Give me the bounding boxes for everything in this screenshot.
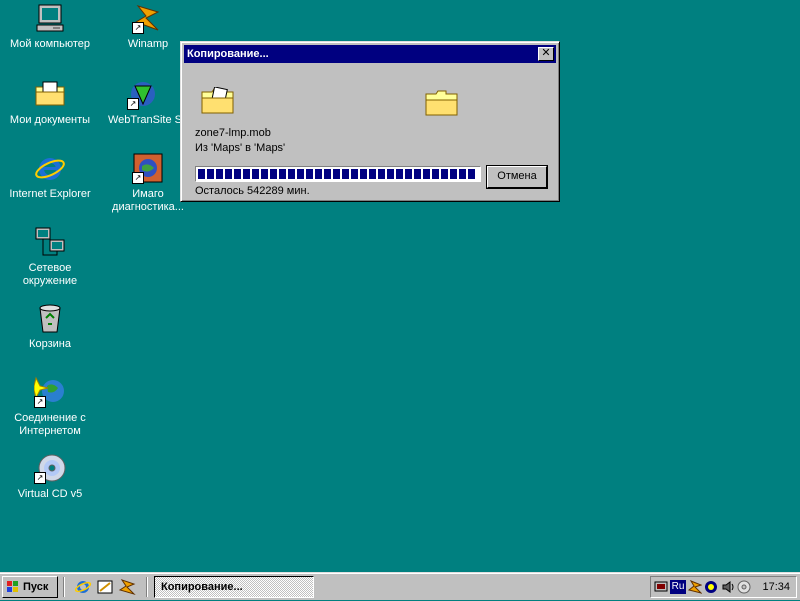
dialog-titlebar[interactable]: Копирование... ✕ — [184, 45, 556, 63]
speaker-icon[interactable] — [721, 580, 735, 594]
source-folder-icon — [201, 86, 235, 115]
winamp-icon: ↗ — [132, 2, 164, 34]
tray-monitor-icon[interactable] — [654, 580, 668, 594]
close-button[interactable]: ✕ — [538, 47, 554, 61]
desktop-icon-label: Virtual CD v5 — [17, 488, 83, 500]
copy-source-destination: Из 'Maps' в 'Maps' — [195, 142, 286, 154]
windows-logo-icon — [6, 580, 20, 594]
cancel-button[interactable]: Отмена — [487, 166, 547, 188]
computer-icon — [34, 2, 66, 34]
clock: 17:34 — [762, 581, 790, 593]
desktop-icon-my-computer[interactable]: Мой компьютер — [0, 2, 100, 51]
shortcut-arrow-icon: ↗ — [34, 396, 46, 408]
quicklaunch-outlook-icon[interactable] — [96, 578, 114, 596]
shortcut-arrow-icon: ↗ — [132, 22, 144, 34]
file-name: zone7-lmp.mob — [195, 127, 271, 139]
taskbar-separator — [63, 577, 65, 597]
tray-cd-icon[interactable] — [737, 580, 751, 594]
imago-icon: ↗ — [132, 152, 164, 184]
desktop-icon-webtransite[interactable]: ↗ WebTranSite S — [98, 78, 188, 127]
start-button[interactable]: Пуск — [2, 576, 58, 598]
tray-winamp-icon[interactable] — [687, 579, 703, 594]
desktop-icon-label: Internet Explorer — [9, 188, 91, 200]
shortcut-arrow-icon: ↗ — [127, 98, 139, 110]
progress-fill — [198, 169, 476, 179]
destination-folder-icon — [425, 89, 459, 117]
desktop-icon-label: WebTranSite S — [108, 114, 182, 126]
taskbar: Пуск Копирование... Ru 17:34 — [0, 572, 800, 600]
desktop-icon-virtual-cd[interactable]: ↗ Virtual CD v5 — [0, 452, 100, 501]
desktop: Мой компьютер Мои документы Internet Exp… — [0, 0, 800, 572]
tray-language-indicator[interactable]: Ru — [670, 580, 686, 594]
webtransite-icon: ↗ — [127, 78, 159, 110]
quicklaunch-winamp-icon[interactable] — [118, 578, 136, 596]
recycle-bin-icon — [34, 302, 66, 334]
connection-wizard-icon: ↗ — [33, 376, 66, 408]
desktop-icon-my-documents[interactable]: Мои документы — [0, 78, 100, 127]
shortcut-arrow-icon: ↗ — [34, 472, 46, 484]
desktop-icon-label: Корзина — [29, 338, 71, 350]
close-icon: ✕ — [541, 47, 551, 59]
desktop-icon-label: Сетевое окружение — [22, 262, 78, 287]
internet-explorer-icon — [34, 152, 66, 184]
start-label: Пуск — [23, 581, 49, 593]
desktop-icon-label: Мои документы — [9, 114, 91, 126]
quicklaunch-ie-icon[interactable] — [74, 578, 92, 596]
folder-icon — [34, 78, 66, 110]
taskbar-item-copy[interactable]: Копирование... — [154, 576, 314, 598]
cd-icon: ↗ — [34, 452, 66, 484]
network-icon — [34, 226, 66, 258]
dialog-title: Копирование... — [187, 48, 269, 60]
system-tray: Ru 17:34 — [650, 576, 797, 598]
taskbar-separator — [146, 577, 148, 597]
time-remaining: Осталось 542289 мин. — [195, 185, 310, 197]
desktop-icon-internet-connection[interactable]: ↗ Соединение с Интернетом — [0, 376, 100, 438]
desktop-icon-label: Соединение с Интернетом — [14, 412, 86, 437]
tray-network-icon[interactable] — [704, 580, 718, 594]
copy-progress-bar — [195, 166, 481, 182]
desktop-icon-internet-explorer[interactable]: Internet Explorer — [0, 152, 100, 201]
desktop-icon-label: Мой компьютер — [9, 38, 91, 50]
shortcut-arrow-icon: ↗ — [132, 172, 144, 184]
copy-dialog: Копирование... ✕ zone7-lmp.mob Из 'Maps'… — [180, 41, 560, 202]
desktop-icon-network[interactable]: Сетевое окружение — [0, 226, 100, 288]
desktop-icon-recycle-bin[interactable]: Корзина — [0, 302, 100, 351]
